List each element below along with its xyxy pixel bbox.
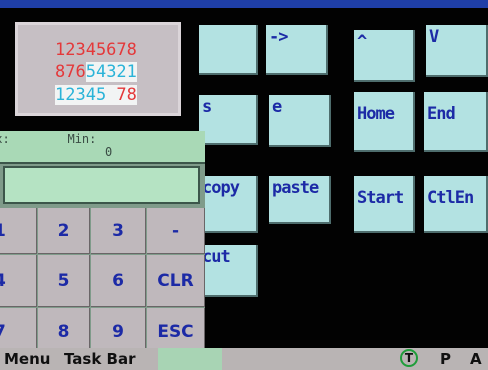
- key-minus[interactable]: -: [147, 208, 205, 254]
- key-1[interactable]: 1: [0, 208, 37, 254]
- tile-blank[interactable]: [199, 25, 258, 75]
- e-button[interactable]: e: [269, 95, 331, 147]
- key-minus-label: -: [171, 220, 180, 241]
- arrow-right-button[interactable]: ->: [266, 25, 328, 75]
- escape-label: ESC: [157, 321, 194, 342]
- menu-button[interactable]: Menu: [4, 350, 50, 368]
- key-2-label: 2: [57, 220, 70, 241]
- e-label: e: [272, 97, 282, 117]
- key-1-label: 1: [0, 221, 6, 241]
- end-label: End: [427, 104, 456, 124]
- active-task-slot[interactable]: [158, 348, 222, 370]
- top-strip: [0, 0, 488, 8]
- key-4[interactable]: 4: [0, 255, 37, 307]
- touch-screen: 12345678 87654321 12345 78 -> ^ V s e Ho…: [0, 0, 488, 370]
- chevron-down-button[interactable]: V: [426, 25, 488, 77]
- key-5-label: 5: [57, 270, 70, 291]
- copy-label: copy: [202, 178, 240, 198]
- display-line-3: 12345 78: [55, 85, 137, 105]
- chevron-down-label: V: [429, 27, 439, 47]
- key-2[interactable]: 2: [38, 208, 90, 254]
- display-line-3-red: 78: [116, 85, 137, 105]
- key-5[interactable]: 5: [38, 255, 90, 307]
- home-button[interactable]: Home: [354, 92, 415, 152]
- paste-label: paste: [272, 178, 319, 198]
- start-label: Start: [357, 188, 404, 208]
- clear-button[interactable]: CLR: [147, 255, 205, 307]
- key-7-label: 7: [0, 322, 6, 342]
- key-9-label: 9: [112, 321, 124, 342]
- keypad-range-label: ax: Min:: [0, 132, 97, 146]
- display-line-2-cyan: 54321: [85, 62, 137, 82]
- end-button[interactable]: End: [424, 92, 488, 152]
- key-4-label: 4: [0, 271, 6, 291]
- ctlend-button[interactable]: CtlEn: [424, 176, 488, 233]
- digit-display: 12345678 87654321 12345 78: [15, 22, 181, 116]
- arrow-right-label: ->: [269, 27, 289, 47]
- a-indicator[interactable]: A: [470, 350, 482, 368]
- caret-button[interactable]: ^: [354, 30, 415, 82]
- key-6-label: 6: [112, 270, 124, 291]
- display-line-2: 87654321: [55, 62, 137, 82]
- taskbar: Menu Task Bar T P A: [0, 348, 488, 370]
- key-6[interactable]: 6: [91, 255, 146, 307]
- numeric-keypad: ax: Min: 0 1 2 3 - 4 5 6 CLR 7 8 9 ESC: [0, 131, 205, 356]
- caret-label: ^: [357, 32, 367, 52]
- copy-button[interactable]: copy: [199, 176, 258, 233]
- display-line-1: 12345678: [55, 40, 137, 60]
- s-label: s: [202, 97, 212, 117]
- display-line-2-red: 876: [55, 62, 86, 82]
- taskbar-button[interactable]: Task Bar: [64, 350, 136, 368]
- keypad-input-field[interactable]: [3, 166, 200, 204]
- start-button[interactable]: Start: [354, 176, 415, 233]
- keypad-header: ax: Min: 0: [0, 131, 205, 164]
- key-8-label: 8: [57, 321, 70, 342]
- s-button[interactable]: s: [199, 95, 258, 145]
- ctlend-label: CtlEn: [427, 188, 474, 208]
- home-label: Home: [357, 104, 395, 124]
- t-indicator-icon[interactable]: T: [400, 349, 418, 367]
- key-3[interactable]: 3: [91, 208, 146, 254]
- cut-button[interactable]: cut: [199, 245, 258, 297]
- paste-button[interactable]: paste: [269, 176, 331, 224]
- cut-label: cut: [202, 247, 231, 267]
- p-indicator[interactable]: P: [440, 350, 451, 368]
- clear-label: CLR: [157, 270, 194, 291]
- key-3-label: 3: [112, 220, 124, 241]
- keypad-min-value: 0: [105, 145, 113, 159]
- display-line-3-cyan: 12345: [55, 85, 117, 105]
